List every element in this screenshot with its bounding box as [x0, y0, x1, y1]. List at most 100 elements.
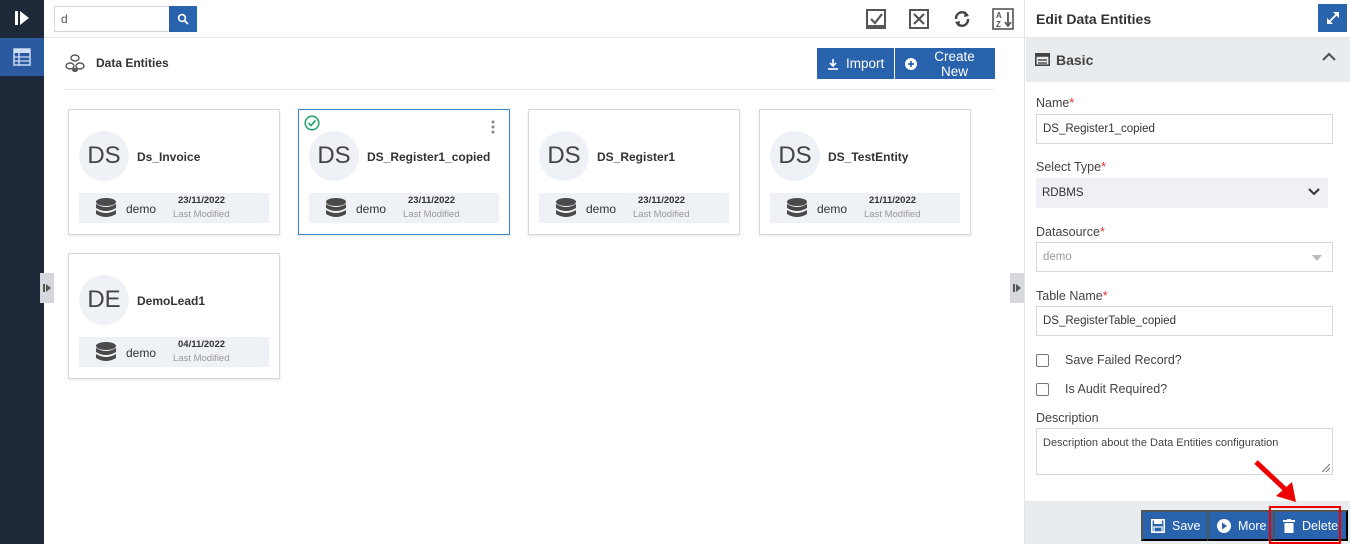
- database-icon: [556, 198, 576, 217]
- create-new-button[interactable]: Create New: [895, 48, 995, 79]
- modified-date: 21/11/2022: [869, 195, 917, 206]
- entity-card[interactable]: DS Ds_Invoice demo 23/11/2022 Last Modif…: [68, 109, 280, 235]
- table-name-field[interactable]: DS_RegisterTable_copied: [1036, 306, 1333, 336]
- chevron-up-icon[interactable]: [1321, 52, 1337, 62]
- entity-name: DS_Register1_copied: [367, 150, 491, 164]
- database-icon: [96, 342, 116, 361]
- datasource-label: demo: [586, 202, 617, 216]
- top-toolbar: AZ: [44, 0, 1024, 38]
- avatar: DS: [539, 131, 589, 181]
- right-collapse-handle[interactable]: [1010, 273, 1024, 303]
- modified-date: 04/11/2022: [178, 339, 226, 350]
- modified-date: 23/11/2022: [408, 195, 456, 206]
- panel-title: Edit Data Entities: [1036, 11, 1152, 27]
- avatar: DS: [79, 131, 129, 181]
- collapse-arrow-icon: [1013, 284, 1021, 292]
- database-icon: [787, 198, 807, 217]
- caret-down-icon: [1312, 255, 1322, 261]
- card-footer: demo 21/11/2022 Last Modified: [770, 193, 960, 223]
- download-icon: [828, 58, 838, 70]
- panel-header: Edit Data Entities: [1025, 0, 1350, 38]
- avatar: DE: [79, 275, 129, 325]
- entity-card[interactable]: DE DemoLead1 demo 04/11/2022 Last Modifi…: [68, 253, 280, 379]
- svg-text:A: A: [996, 11, 1002, 20]
- refresh-icon[interactable]: [951, 8, 973, 30]
- last-modified-label: Last Modified: [864, 209, 921, 220]
- description-label: Description: [1036, 411, 1099, 425]
- table-name-label: Table Name*: [1036, 289, 1108, 303]
- last-modified-label: Last Modified: [173, 209, 230, 220]
- type-label: Select Type*: [1036, 160, 1106, 174]
- delete-highlight-box: [1269, 506, 1341, 544]
- expand-panel-button[interactable]: [1318, 4, 1347, 32]
- save-failed-record-row: Save Failed Record?: [1036, 351, 1182, 369]
- card-footer: demo 23/11/2022 Last Modified: [309, 193, 499, 223]
- collapse-arrow-icon: [43, 284, 51, 292]
- kebab-menu-icon[interactable]: [491, 120, 495, 134]
- name-field[interactable]: DS_Register1_copied: [1036, 114, 1333, 144]
- datasource-select[interactable]: demo: [1036, 242, 1333, 272]
- entity-name: DS_TestEntity: [828, 150, 909, 164]
- data-entities-icon: [65, 54, 85, 72]
- modified-date: 23/11/2022: [638, 195, 686, 206]
- basic-section-header[interactable]: Basic: [1026, 38, 1350, 82]
- type-select[interactable]: RDBMS: [1036, 178, 1328, 208]
- modified-date: 23/11/2022: [178, 195, 226, 206]
- database-icon: [96, 198, 116, 217]
- plus-circle-icon: [905, 57, 917, 70]
- import-label: Import: [846, 56, 885, 71]
- last-modified-label: Last Modified: [633, 209, 690, 220]
- data-entities-nav-icon[interactable]: [0, 38, 44, 76]
- red-arrow-icon: [1254, 460, 1296, 502]
- save-failed-record-label: Save Failed Record?: [1065, 353, 1182, 367]
- expand-rail-icon[interactable]: [0, 0, 44, 36]
- audit-required-checkbox[interactable]: [1036, 382, 1049, 396]
- card-footer: demo 04/11/2022 Last Modified: [79, 337, 269, 367]
- import-button[interactable]: Import: [817, 48, 895, 79]
- section-title: Basic: [1056, 52, 1094, 68]
- save-button[interactable]: Save: [1141, 510, 1211, 541]
- last-modified-label: Last Modified: [173, 353, 230, 364]
- select-all-icon[interactable]: [865, 8, 887, 30]
- resize-grip-icon[interactable]: [1322, 464, 1330, 472]
- datasource-label: Datasource*: [1036, 225, 1105, 239]
- arrow-right-circle-icon: [1217, 518, 1231, 533]
- datasource-label: demo: [356, 202, 387, 216]
- page-header: Data Entities: [64, 48, 169, 78]
- entity-name: DS_Register1: [597, 150, 676, 164]
- search-icon: [177, 13, 189, 25]
- left-collapse-handle[interactable]: [40, 273, 54, 303]
- header-divider: [64, 89, 994, 90]
- avatar: DS: [309, 131, 359, 181]
- page-title: Data Entities: [96, 56, 169, 70]
- chevron-down-icon: [1308, 188, 1320, 196]
- search-button[interactable]: [169, 6, 197, 32]
- name-label: Name*: [1036, 96, 1075, 110]
- more-button[interactable]: More: [1207, 510, 1277, 541]
- audit-required-label: Is Audit Required?: [1065, 382, 1168, 396]
- card-footer: demo 23/11/2022 Last Modified: [79, 193, 269, 223]
- deselect-all-icon[interactable]: [908, 8, 930, 30]
- entity-name: DemoLead1: [137, 294, 206, 308]
- save-icon: [1151, 518, 1165, 533]
- create-new-label: Create New: [934, 48, 975, 79]
- expand-icon: [1326, 12, 1339, 24]
- last-modified-label: Last Modified: [403, 209, 460, 220]
- avatar: DS: [770, 131, 820, 181]
- audit-required-row: Is Audit Required?: [1036, 380, 1167, 398]
- datasource-label: demo: [126, 202, 157, 216]
- save-failed-record-checkbox[interactable]: [1036, 353, 1049, 367]
- search-input[interactable]: [54, 6, 169, 32]
- database-icon: [326, 198, 346, 217]
- check-circle-icon: [304, 115, 320, 131]
- form-icon: [1035, 53, 1050, 66]
- sort-az-icon[interactable]: AZ: [992, 8, 1014, 30]
- left-rail: [0, 0, 44, 544]
- svg-text:Z: Z: [996, 20, 1001, 29]
- datasource-label: demo: [817, 202, 848, 216]
- entity-name: Ds_Invoice: [137, 150, 201, 164]
- card-footer: demo 23/11/2022 Last Modified: [539, 193, 729, 223]
- entity-card[interactable]: DS DS_Register1 demo 23/11/2022 Last Mod…: [528, 109, 740, 235]
- entity-card[interactable]: DS DS_TestEntity demo 21/11/2022 Last Mo…: [759, 109, 971, 235]
- entity-card-selected[interactable]: DS DS_Register1_copied demo 23/11/2022 L…: [298, 109, 510, 235]
